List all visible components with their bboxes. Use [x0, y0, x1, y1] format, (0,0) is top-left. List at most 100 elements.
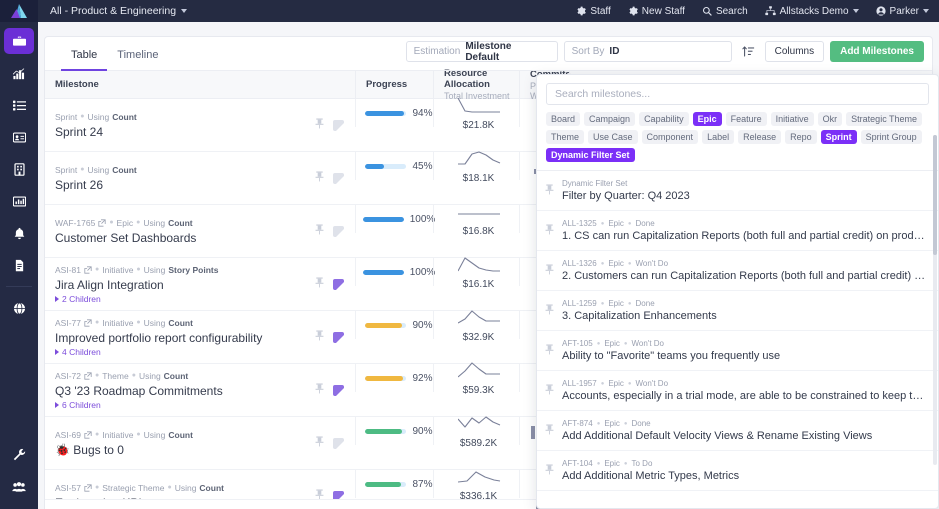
pin-icon-button[interactable] — [545, 342, 554, 360]
sidebar-item-id-card[interactable] — [4, 124, 34, 150]
result-meta: AFT-104 ● Epic ● To Do — [562, 459, 653, 468]
nav-user[interactable]: Parker — [875, 6, 929, 17]
filter-tag[interactable]: Okr — [817, 112, 843, 126]
filter-tag[interactable]: Campaign — [584, 112, 636, 126]
pin-button[interactable] — [315, 434, 324, 452]
pin-icon-button[interactable] — [545, 462, 554, 480]
filter-tag[interactable]: Sprint Group — [860, 130, 922, 144]
sidebar-item-notifications[interactable] — [4, 220, 34, 246]
sidebar-item-bar-chart[interactable] — [4, 188, 34, 214]
search-result-item[interactable]: ALL-1325 ● Epic ● Done 1. CS can run Cap… — [537, 211, 938, 251]
pin-button[interactable] — [315, 381, 324, 399]
notes-button[interactable] — [332, 437, 344, 449]
pin-icon-button[interactable] — [545, 222, 554, 240]
search-result-item[interactable]: AFT-104 ● Epic ● To Do Add Additional Me… — [537, 451, 938, 491]
sidebar-item-chart[interactable] — [4, 60, 34, 86]
sidebar-item-document[interactable] — [4, 252, 34, 278]
search-result-item[interactable]: ALL-1326 ● Epic ● Won't Do 2. Customers … — [537, 251, 938, 291]
context-selector[interactable]: All - Product & Engineering — [50, 5, 188, 17]
sidebar-item-settings[interactable] — [4, 441, 34, 467]
notes-button[interactable] — [332, 119, 344, 131]
filter-tag[interactable]: Feature — [725, 112, 767, 126]
resource-allocation-cell: $32.9K — [433, 310, 519, 343]
milestone-cell[interactable]: Sprint ● Using Count Sprint 24 — [45, 99, 303, 151]
chevron-right-icon — [55, 295, 59, 302]
progress-percent: 90% — [412, 319, 433, 331]
top-nav: Staff New Staff Search Allstacks Demo Pa… — [576, 6, 939, 17]
milestone-cell[interactable]: Sprint ● Using Count Sprint 26 — [45, 152, 303, 204]
milestone-cell[interactable]: WAF-1765 ● Epic ● Using Count Customer Se… — [45, 205, 303, 257]
sort-by-select[interactable]: Sort By ID — [563, 41, 732, 62]
pin-button[interactable] — [315, 169, 324, 187]
people-icon — [12, 481, 26, 492]
filter-tag[interactable]: Repo — [785, 130, 817, 144]
milestone-type: Initiative — [102, 264, 134, 275]
milestone-cell[interactable]: ASI-77 ● Initiative ● Using Count Improve… — [45, 311, 303, 363]
filter-tag[interactable]: Initiative — [770, 112, 814, 126]
filter-tag[interactable]: Release — [738, 130, 782, 144]
pin-icon-button[interactable] — [545, 382, 554, 400]
nav-org[interactable]: Allstacks Demo — [764, 6, 859, 17]
notes-button[interactable] — [332, 172, 344, 184]
sort-direction-button[interactable] — [738, 41, 759, 62]
sidebar-item-building[interactable] — [4, 156, 34, 182]
filter-tag[interactable]: Strategic Theme — [846, 112, 923, 126]
notes-button[interactable] — [332, 278, 344, 290]
milestone-children-toggle[interactable]: 2 Children — [55, 294, 218, 304]
search-input[interactable] — [546, 83, 929, 105]
progress-percent: 90% — [412, 425, 433, 437]
search-result-item[interactable]: ALL-1259 ● Epic ● Done 3. Capitalization… — [537, 291, 938, 331]
dropdown-scrollbar[interactable] — [933, 135, 937, 465]
app-logo[interactable] — [0, 0, 38, 22]
estimation-select[interactable]: Estimation Milestone Default — [405, 41, 558, 63]
resource-allocation-cell: $336.1K — [433, 470, 519, 502]
result-body: Dynamic Filter Set Filter by Quarter: Q4… — [562, 179, 690, 202]
pin-icon-button[interactable] — [545, 422, 554, 440]
sidebar-item-globe[interactable] — [4, 295, 34, 321]
sidebar-item-briefcase[interactable] — [4, 28, 34, 54]
milestone-children-toggle[interactable]: 6 Children — [55, 400, 223, 410]
search-result-item[interactable]: AFT-874 ● Epic ● Done Add Additional Def… — [537, 411, 938, 451]
search-result-item[interactable]: Dynamic Filter Set Filter by Quarter: Q4… — [537, 171, 938, 211]
milestone-children-toggle[interactable]: 4 Children — [55, 347, 262, 357]
filter-tag[interactable]: Board — [546, 112, 581, 126]
filter-tag[interactable]: Label — [702, 130, 735, 144]
pin-button[interactable] — [315, 328, 324, 346]
nav-new-staff[interactable]: New Staff — [628, 6, 685, 17]
tab-table[interactable]: Table — [61, 49, 108, 71]
column-header-milestone[interactable]: Milestone — [45, 79, 303, 90]
notes-button[interactable] — [332, 331, 344, 343]
pin-button[interactable] — [315, 275, 324, 293]
result-title: Filter by Quarter: Q4 2023 — [562, 190, 690, 202]
pin-icon-button[interactable] — [545, 262, 554, 280]
filter-tag[interactable]: Sprint — [820, 130, 857, 144]
pin-icon-button[interactable] — [545, 302, 554, 320]
add-milestones-button[interactable]: Add Milestones — [830, 41, 924, 62]
milestone-cell[interactable]: ASI-81 ● Initiative ● Using Story Points … — [45, 258, 303, 310]
pin-button[interactable] — [315, 116, 324, 134]
notes-button[interactable] — [332, 225, 344, 237]
milestone-cell[interactable]: ASI-72 ● Theme ● Using Count Q3 '23 Roadm… — [45, 364, 303, 416]
filter-tag[interactable]: Dynamic Filter Set — [546, 148, 635, 162]
nav-staff[interactable]: Staff — [576, 6, 611, 17]
filter-tag[interactable]: Component — [641, 130, 699, 144]
filter-tag[interactable]: Theme — [546, 130, 585, 144]
milestone-title: Customer Set Dashboards — [55, 230, 197, 245]
filter-tag[interactable]: Epic — [692, 112, 722, 126]
milestone-cell[interactable]: ASI-69 ● Initiative ● Using Count 🐞 Bugs … — [45, 417, 303, 469]
notes-button[interactable] — [332, 384, 344, 396]
pin-button[interactable] — [315, 222, 324, 240]
sidebar-item-people[interactable] — [4, 473, 34, 499]
pin-icon-button[interactable] — [545, 182, 554, 200]
column-header-progress[interactable]: Progress — [355, 70, 433, 99]
search-result-item[interactable]: ALL-1957 ● Epic ● Won't Do Accounts, esp… — [537, 371, 938, 411]
tab-timeline[interactable]: Timeline — [107, 49, 168, 71]
result-status: Won't Do — [635, 379, 669, 388]
columns-button[interactable]: Columns — [764, 41, 825, 62]
nav-search[interactable]: Search — [702, 6, 748, 17]
sidebar-item-list[interactable] — [4, 92, 34, 118]
filter-tag[interactable]: Capability — [639, 112, 689, 126]
chevron-right-icon — [55, 401, 59, 408]
filter-tag[interactable]: Use Case — [588, 130, 638, 144]
search-result-item[interactable]: AFT-105 ● Epic ● Won't Do Ability to "Fa… — [537, 331, 938, 371]
